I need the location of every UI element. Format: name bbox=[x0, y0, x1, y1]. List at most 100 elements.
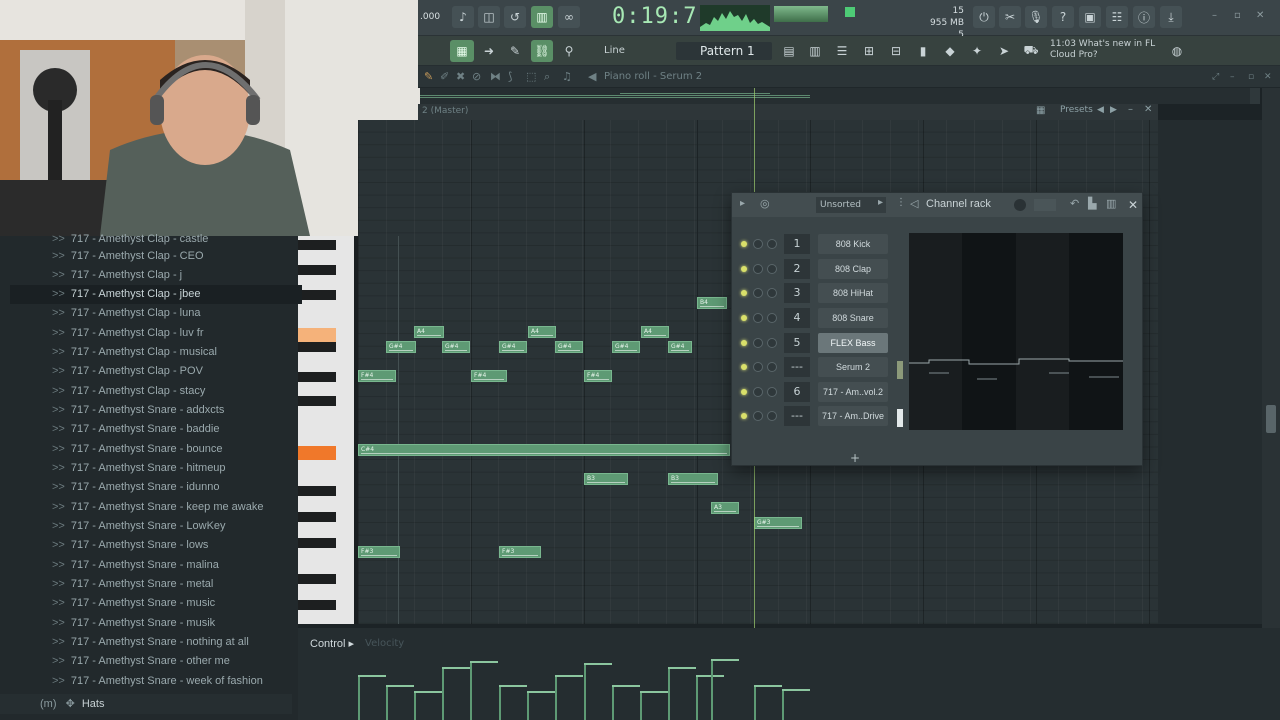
piano-keyboard[interactable] bbox=[298, 236, 358, 624]
channel-name-button[interactable]: 717 - Am..Drive bbox=[818, 406, 888, 426]
velocity-bar[interactable] bbox=[668, 667, 696, 720]
channel-mute-led[interactable] bbox=[741, 315, 747, 321]
pr-minimize-icon[interactable]: – bbox=[1230, 72, 1235, 82]
mixer-track-number[interactable]: 6 bbox=[784, 382, 810, 402]
black-key[interactable] bbox=[298, 342, 336, 352]
browser-item[interactable]: >> 717 - Amethyst Clap - POV bbox=[0, 362, 292, 381]
channel-mute-led[interactable] bbox=[741, 266, 747, 272]
note[interactable]: G#4 bbox=[386, 341, 416, 353]
pan-knob[interactable] bbox=[753, 313, 763, 323]
control-selector[interactable]: Control ▸ bbox=[310, 637, 354, 650]
black-key[interactable] bbox=[298, 574, 336, 584]
browser-item[interactable]: >> 717 - Amethyst Clap - j bbox=[0, 266, 292, 285]
channel-mute-led[interactable] bbox=[741, 241, 747, 247]
note[interactable]: G#4 bbox=[442, 341, 470, 353]
browser-item[interactable]: >> 717 - Amethyst Clap - CEO bbox=[0, 247, 292, 266]
black-key[interactable] bbox=[298, 600, 336, 610]
brush-tool-icon[interactable]: ✐ bbox=[440, 70, 449, 83]
help-icon[interactable]: ? bbox=[1052, 6, 1074, 28]
pan-knob[interactable] bbox=[753, 387, 763, 397]
browser-item[interactable]: >> 717 - Amethyst Clap - stacy bbox=[0, 382, 292, 401]
filter-dropdown-icon[interactable]: ▸ bbox=[878, 197, 883, 208]
volume-knob[interactable] bbox=[767, 411, 777, 421]
volume-knob[interactable] bbox=[767, 239, 777, 249]
step-edit-icon[interactable]: ▥ bbox=[531, 6, 553, 28]
volume-knob[interactable] bbox=[767, 288, 777, 298]
wait-input-icon[interactable]: ◫ bbox=[478, 6, 500, 28]
channel-rack-icon[interactable]: ⊞ bbox=[858, 40, 880, 62]
mixer-track-number[interactable]: --- bbox=[784, 357, 810, 377]
maximize-icon[interactable]: ▫ bbox=[1234, 10, 1241, 21]
note[interactable]: A4 bbox=[641, 326, 669, 338]
steps-selector[interactable] bbox=[1034, 199, 1056, 211]
channel-row[interactable]: --- Serum 2 bbox=[732, 356, 907, 378]
black-key[interactable] bbox=[298, 240, 336, 250]
channel-name-button[interactable]: 808 Clap bbox=[818, 259, 888, 279]
volume-knob[interactable] bbox=[767, 387, 777, 397]
presets-menu[interactable]: Presets bbox=[1060, 105, 1093, 115]
mixer-view-icon[interactable]: ☰ bbox=[831, 40, 853, 62]
browser-item[interactable]: >> 717 - Amethyst Snare - lows bbox=[0, 536, 292, 555]
channel-row[interactable]: 4 808 Snare bbox=[732, 307, 907, 329]
highlighted-key-active[interactable] bbox=[298, 446, 336, 460]
note[interactable]: A4 bbox=[528, 326, 556, 338]
speaker-icon[interactable]: ♫ bbox=[562, 70, 572, 83]
rack-options-icon[interactable]: ◎ bbox=[760, 197, 770, 210]
tools-icon[interactable]: ✦ bbox=[966, 40, 988, 62]
rack-close-icon[interactable]: ✕ bbox=[1128, 198, 1138, 212]
marker-icon[interactable]: ◆ bbox=[939, 40, 961, 62]
note[interactable]: F#3 bbox=[499, 546, 541, 558]
browser-item[interactable]: >> 717 - Amethyst Clap - luna bbox=[0, 304, 292, 323]
channel-mute-led[interactable] bbox=[741, 364, 747, 370]
mixer-track-number[interactable]: --- bbox=[784, 406, 810, 426]
velocity-bar[interactable] bbox=[612, 685, 640, 720]
channel-name-button[interactable]: 717 - Am..vol.2 bbox=[818, 382, 888, 402]
highlighted-key[interactable] bbox=[298, 328, 336, 342]
channel-name-button[interactable]: 808 Snare bbox=[818, 308, 888, 328]
volume-knob[interactable] bbox=[767, 338, 777, 348]
channel-row[interactable]: 5 FLEX Bass bbox=[732, 332, 907, 354]
minimize-icon[interactable]: – bbox=[1212, 10, 1217, 21]
velocity-bar[interactable] bbox=[470, 661, 498, 720]
preset-next-icon[interactable]: ▶ bbox=[1110, 105, 1117, 115]
note[interactable]: B4 bbox=[697, 297, 727, 309]
channel-name-button[interactable]: 808 Kick bbox=[818, 234, 888, 254]
browser-item[interactable]: >> 717 - Amethyst Snare - week of fashion bbox=[0, 672, 292, 691]
pattern-overview[interactable] bbox=[420, 88, 1260, 104]
step-view-icon[interactable]: ▥ bbox=[1106, 197, 1116, 210]
cut-icon[interactable]: ✂ bbox=[999, 6, 1021, 28]
link-icon[interactable]: ⛓ bbox=[531, 40, 553, 62]
velocity-bar[interactable] bbox=[358, 675, 386, 720]
note[interactable]: G#4 bbox=[555, 341, 583, 353]
channel-mute-led[interactable] bbox=[741, 340, 747, 346]
note[interactable]: B3 bbox=[668, 473, 718, 485]
rack-menu-arrow-icon[interactable]: ▸ bbox=[740, 198, 745, 209]
channel-row[interactable]: 2 808 Clap bbox=[732, 258, 907, 280]
note[interactable]: G#4 bbox=[612, 341, 640, 353]
graph-editor-icon[interactable]: ▙ bbox=[1088, 197, 1096, 210]
close-app-icon[interactable]: ✕ bbox=[1256, 10, 1264, 21]
velocity-bar[interactable] bbox=[442, 667, 470, 720]
black-key[interactable] bbox=[298, 512, 336, 522]
zoom-tool-icon[interactable]: ⌕ bbox=[544, 70, 550, 84]
presets-minimize-icon[interactable]: – bbox=[1128, 104, 1133, 115]
velocity-bar[interactable] bbox=[527, 691, 555, 720]
power-icon[interactable]: ⏻ bbox=[973, 6, 995, 28]
channel-row[interactable]: 3 808 HiHat bbox=[732, 282, 907, 304]
graph-editor-display[interactable] bbox=[909, 233, 1123, 430]
browser-item[interactable]: >> 717 - Amethyst Snare - hitmeup bbox=[0, 459, 292, 478]
info-icon[interactable]: ⓘ bbox=[1133, 6, 1155, 28]
black-key[interactable] bbox=[298, 265, 336, 275]
channel-target-label[interactable]: 2 (Master) bbox=[422, 106, 468, 116]
black-key[interactable] bbox=[298, 538, 336, 548]
plugin-icon[interactable]: ▮ bbox=[912, 40, 934, 62]
undo-icon[interactable]: ↶ bbox=[1070, 197, 1079, 210]
paint-tool-icon[interactable]: ✎ bbox=[424, 70, 433, 83]
channel-name-button[interactable]: 808 HiHat bbox=[818, 283, 888, 303]
pan-knob[interactable] bbox=[753, 264, 763, 274]
black-key[interactable] bbox=[298, 372, 336, 382]
browser-item[interactable]: >> 717 - Amethyst Snare - addxcts bbox=[0, 401, 292, 420]
note[interactable]: G#4 bbox=[499, 341, 527, 353]
browser-item[interactable]: >> 717 - Amethyst Clap - musical bbox=[0, 343, 292, 362]
mixer-track-number[interactable]: 4 bbox=[784, 308, 810, 328]
